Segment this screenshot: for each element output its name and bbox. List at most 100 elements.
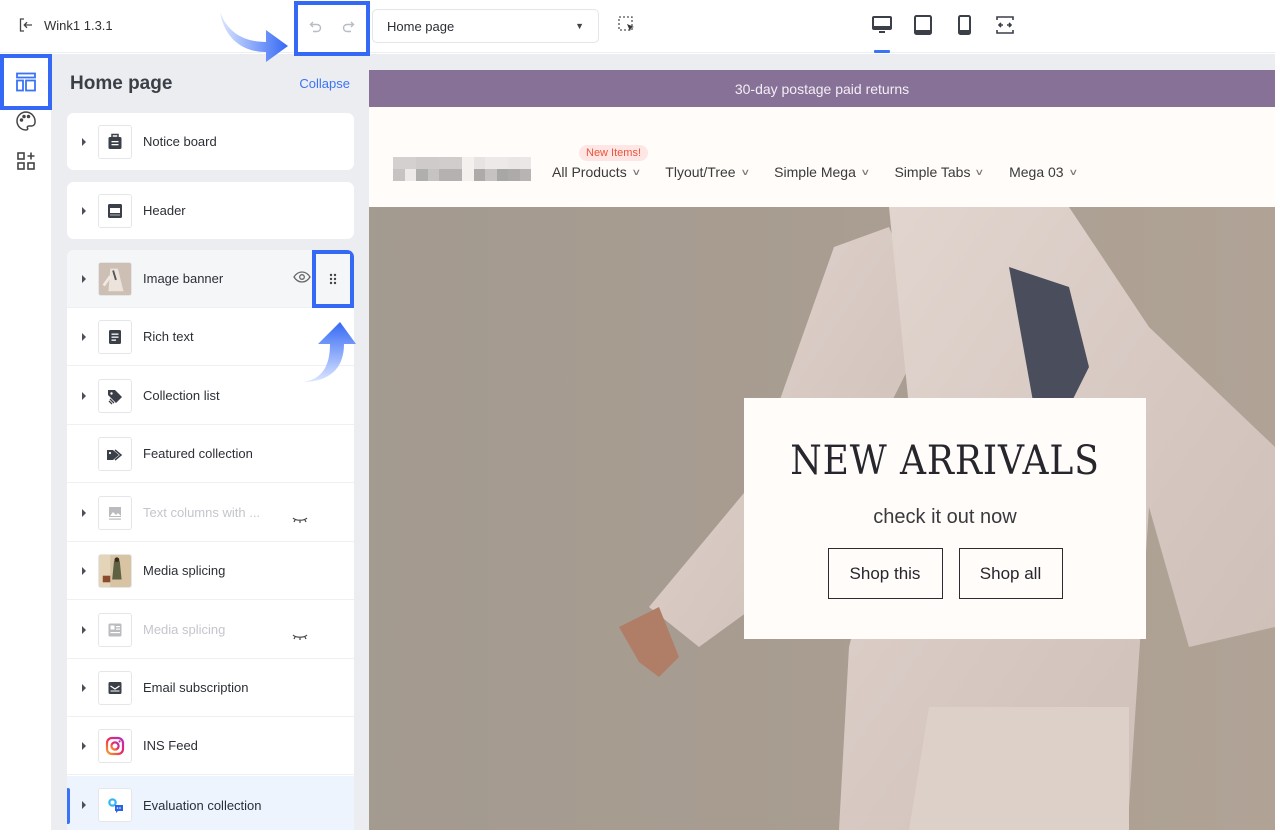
section-label: INS Feed: [143, 738, 198, 753]
section-item[interactable]: INS Feed: [67, 717, 354, 775]
app-name: Wink1 1.3.1: [44, 17, 113, 33]
section-item-selected[interactable]: Evaluation collection: [67, 776, 354, 830]
image-banner[interactable]: NEW ARRIVALS check it out now Shop this …: [369, 207, 1275, 830]
nav-all-products[interactable]: New Items! All Products ∨: [552, 145, 649, 180]
desktop-icon[interactable]: [870, 13, 894, 37]
expand-arrow-icon[interactable]: [82, 206, 86, 215]
expand-arrow-icon[interactable]: [82, 391, 86, 400]
rail-item-apps[interactable]: [3, 139, 49, 183]
rail-item-theme[interactable]: [3, 99, 49, 143]
layout-icon: [16, 72, 36, 92]
section-label: Media splicing: [143, 563, 226, 578]
expand-arrow-icon[interactable]: [82, 625, 86, 634]
document-icon: [98, 319, 132, 354]
nav-label: Simple Mega: [774, 164, 856, 180]
mail-icon: [98, 670, 132, 705]
section-label: Featured collection: [143, 446, 253, 461]
announcement-text: 30-day postage paid returns: [734, 80, 910, 97]
tag-icon: [98, 436, 132, 471]
section-label: Media splicing: [143, 622, 226, 637]
exit-icon[interactable]: [18, 17, 34, 33]
drag-handle-icon[interactable]: [312, 250, 354, 308]
section-item[interactable]: Featured collection: [67, 425, 354, 483]
new-items-badge: New Items!: [579, 145, 649, 161]
briefcase-icon: [98, 124, 132, 159]
expand-width-icon[interactable]: [993, 13, 1017, 37]
nav-label: All Products: [552, 164, 627, 180]
reviews-icon: [98, 788, 132, 822]
main-navigation: New Items! All Products ∨ Tlyout/Tree ∨ …: [552, 145, 1078, 180]
nav-simple-tabs[interactable]: Simple Tabs ∨: [894, 164, 985, 180]
add-block-icon: [17, 152, 35, 170]
section-label: Image banner: [143, 271, 224, 286]
annotation-arrow-icon: [220, 12, 288, 62]
section-label: Rich text: [143, 329, 194, 344]
device-switcher: [870, 13, 1017, 37]
section-label: Collection list: [143, 388, 220, 403]
eye-closed-icon[interactable]: [292, 511, 308, 529]
instagram-icon: [98, 728, 132, 763]
section-group-notice: Notice board: [67, 113, 354, 170]
palette-icon: [16, 111, 36, 131]
header-layout-icon: [98, 193, 132, 228]
tablet-icon[interactable]: [911, 13, 935, 37]
store-header: New Items! All Products ∨ Tlyout/Tree ∨ …: [369, 107, 1275, 207]
nav-label: Mega 03: [1009, 164, 1064, 180]
top-bar: Wink1 1.3.1 Home page ▼: [0, 0, 1275, 56]
sections-panel: Home page Collapse Notice board Header I…: [52, 54, 369, 830]
collapse-button[interactable]: Collapse: [299, 76, 350, 91]
undo-icon[interactable]: [308, 19, 324, 38]
undo-redo-group: [294, 1, 370, 56]
shop-all-button[interactable]: Shop all: [958, 548, 1063, 599]
section-label: Notice board: [143, 134, 217, 149]
nav-tlyout-tree[interactable]: Tlyout/Tree ∨: [665, 164, 750, 180]
chevron-down-icon: ∨: [860, 166, 871, 177]
expand-arrow-icon[interactable]: [82, 332, 86, 341]
tags-icon: [98, 378, 132, 413]
expand-arrow-icon[interactable]: [82, 508, 86, 517]
active-device-indicator: [874, 50, 890, 53]
nav-label: Tlyout/Tree: [665, 164, 736, 180]
section-item[interactable]: Notice board: [67, 113, 354, 170]
section-item[interactable]: Email subscription: [67, 659, 354, 717]
thumbnail-image: [98, 553, 132, 588]
expand-arrow-icon[interactable]: [82, 274, 86, 283]
page-select[interactable]: Home page ▼: [372, 9, 599, 43]
section-label: Evaluation collection: [143, 797, 262, 813]
expand-arrow-icon[interactable]: [82, 741, 86, 750]
eye-icon[interactable]: [293, 270, 311, 288]
mobile-icon[interactable]: [952, 13, 976, 37]
expand-arrow-icon[interactable]: [82, 566, 86, 575]
store-preview: 30-day postage paid returns New Items! A…: [369, 54, 1275, 830]
element-select-icon[interactable]: [617, 15, 637, 35]
expand-arrow-icon[interactable]: [82, 137, 86, 146]
image-icon: [98, 495, 132, 530]
annotation-arrow-icon: [302, 322, 356, 382]
section-item[interactable]: Media splicing: [67, 542, 354, 600]
chevron-down-icon: ∨: [1067, 166, 1078, 177]
expand-arrow-icon[interactable]: [82, 801, 86, 809]
nav-simple-mega[interactable]: Simple Mega ∨: [774, 164, 871, 180]
shop-this-button[interactable]: Shop this: [827, 548, 943, 599]
redo-icon[interactable]: [340, 19, 356, 38]
section-item[interactable]: Media splicing: [67, 601, 354, 659]
chevron-down-icon: ∨: [739, 166, 750, 177]
expand-arrow-icon[interactable]: [82, 683, 86, 692]
banner-promo-box: NEW ARRIVALS check it out now Shop this …: [744, 398, 1146, 639]
panel-title: Home page: [70, 73, 173, 94]
announcement-bar[interactable]: 30-day postage paid returns: [369, 70, 1275, 107]
nav-label: Simple Tabs: [894, 164, 971, 180]
page-select-value: Home page: [387, 18, 455, 34]
nav-mega-03[interactable]: Mega 03 ∨: [1009, 164, 1078, 180]
left-rail: [0, 54, 52, 830]
store-logo[interactable]: [393, 157, 531, 181]
section-item[interactable]: Header: [67, 182, 354, 239]
banner-heading: NEW ARRIVALS: [790, 438, 1100, 484]
section-label: Email subscription: [143, 680, 249, 695]
section-item[interactable]: Image banner: [67, 250, 354, 308]
chevron-down-icon: ∨: [974, 166, 985, 177]
caret-down-icon: ▼: [575, 21, 584, 31]
eye-closed-icon[interactable]: [292, 628, 308, 646]
section-item[interactable]: Text columns with ...: [67, 484, 354, 542]
app-title[interactable]: Wink1 1.3.1: [18, 17, 113, 33]
